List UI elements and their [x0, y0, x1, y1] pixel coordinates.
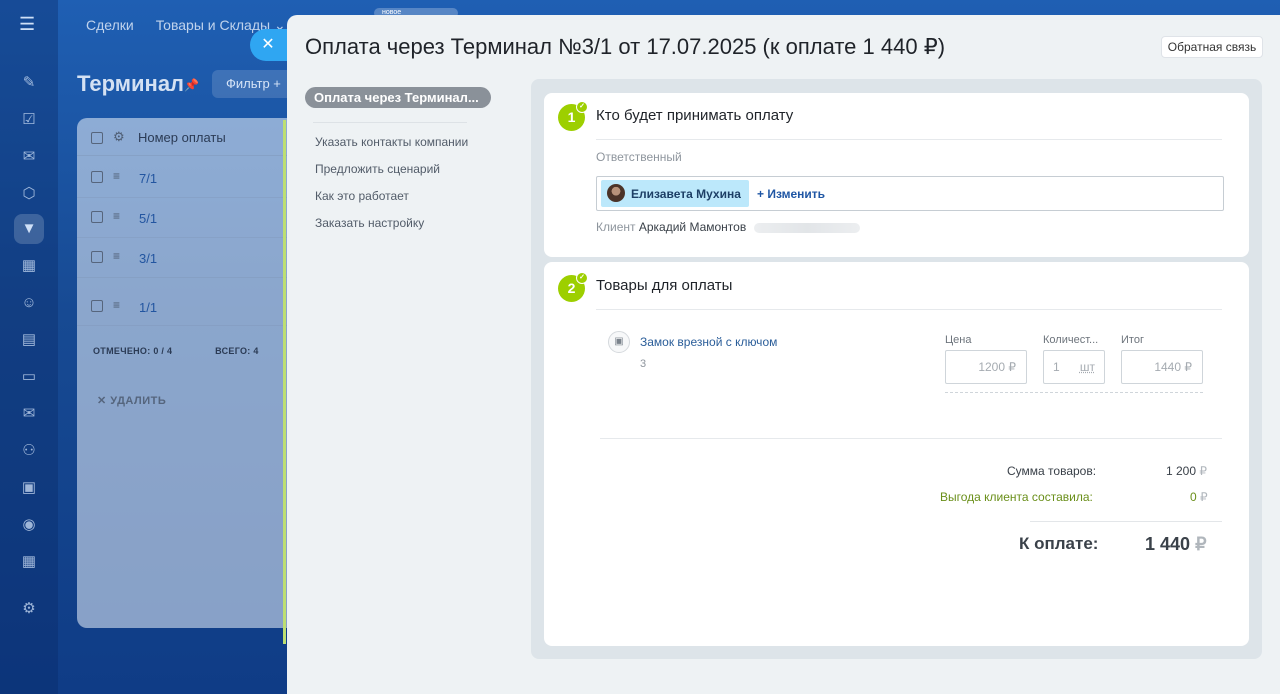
- rail-h-icon[interactable]: ◉: [14, 510, 44, 540]
- drag-handle-icon[interactable]: ≡: [113, 169, 120, 183]
- page-title: Терминал: [77, 71, 185, 96]
- step-title: Товары для оплаты: [596, 277, 733, 294]
- gear-icon[interactable]: ⚙: [113, 129, 125, 145]
- close-icon: ✕: [261, 36, 275, 53]
- product-name-link[interactable]: Замок врезной с ключом: [640, 335, 777, 349]
- menu-item-company-contacts[interactable]: Указать контакты компании: [315, 135, 495, 151]
- rail-hexagon-icon[interactable]: ⬡: [14, 179, 44, 209]
- select-all-checkbox[interactable]: [91, 132, 103, 144]
- menu-item-order-setup[interactable]: Заказать настройку: [315, 216, 495, 232]
- price-input[interactable]: 1200 ₽: [945, 350, 1027, 384]
- step-number-badge: 2 ✓: [558, 272, 588, 302]
- pay-label: К оплате:: [1019, 534, 1099, 553]
- menu-icon[interactable]: ☰: [19, 14, 39, 34]
- client-line: Клиент Аркадий Мамонтов: [596, 220, 860, 234]
- steps-timeline: [283, 120, 286, 644]
- side-menu: Оплата через Терминал... Указать контакт…: [305, 87, 495, 232]
- rail-funnel-icon[interactable]: ▼: [14, 214, 44, 244]
- client-phone-blurred: [753, 222, 860, 233]
- table-row[interactable]: ≡ 7/1: [77, 158, 307, 198]
- grid-footer: ОТМЕЧЕНО: 0 / 4 ВСЕГО: 4: [93, 346, 259, 356]
- avatar: [607, 184, 625, 202]
- close-icon: ✕: [97, 395, 107, 407]
- total-input[interactable]: 1440 ₽: [1121, 350, 1203, 384]
- step-responsible-card: 1 ✓ Кто будет принимать оплату Ответстве…: [544, 93, 1249, 257]
- total-count: ВСЕГО: 4: [215, 346, 259, 356]
- payments-grid: ⚙ Номер оплаты ≡ 7/1 ≡ 5/1 ≡ 3/1 ≡ 1/1 О…: [77, 118, 307, 628]
- quantity-label: Количест...: [1043, 334, 1099, 346]
- check-icon: ✓: [576, 272, 588, 284]
- rail-settings-icon[interactable]: ⚙: [14, 594, 44, 624]
- divider: [596, 309, 1222, 310]
- step-title: Кто будет принимать оплату: [596, 107, 794, 124]
- responsible-label: Ответственный: [596, 150, 682, 164]
- benefit-value: 0 ₽: [1190, 490, 1208, 504]
- rail-mail-icon[interactable]: ✉: [14, 399, 44, 429]
- payment-link[interactable]: 5/1: [139, 211, 157, 226]
- rail-card-icon[interactable]: ▭: [14, 362, 44, 392]
- grid-header: ⚙ Номер оплаты: [77, 118, 307, 156]
- rail-monitor-icon[interactable]: ▣: [14, 473, 44, 503]
- drag-handle-icon[interactable]: ≡: [113, 298, 120, 312]
- step-number-badge: 1 ✓: [558, 101, 588, 131]
- row-checkbox[interactable]: [91, 300, 103, 312]
- payment-link[interactable]: 1/1: [139, 300, 157, 315]
- close-slider-button[interactable]: ✕: [250, 29, 290, 61]
- responsible-chip[interactable]: Елизавета Мухина: [601, 180, 749, 207]
- rail-tasks-icon[interactable]: ☑: [14, 105, 44, 135]
- menu-item-how-it-works[interactable]: Как это работает: [315, 189, 495, 205]
- rail-document-icon[interactable]: ▤: [14, 325, 44, 355]
- divider: [945, 392, 1203, 393]
- rail-calendar-icon[interactable]: ▦: [14, 251, 44, 281]
- divider: [600, 438, 1222, 439]
- responsible-field[interactable]: Елизавета Мухина + Изменить: [596, 176, 1224, 211]
- pin-icon[interactable]: 📌: [184, 78, 199, 92]
- top-nav-item[interactable]: Сделки: [86, 17, 134, 34]
- menu-item-active[interactable]: Оплата через Терминал...: [305, 87, 491, 108]
- client-name[interactable]: Аркадий Мамонтов: [639, 220, 746, 234]
- row-checkbox[interactable]: [91, 211, 103, 223]
- sum-value: 1 200 ₽: [1166, 464, 1208, 478]
- delete-button[interactable]: ✕ УДАЛИТЬ: [97, 394, 166, 407]
- feedback-button[interactable]: Обратная связь: [1161, 36, 1263, 58]
- quantity-input[interactable]: 1 шт: [1043, 350, 1105, 384]
- table-row[interactable]: ≡ 3/1: [77, 238, 307, 278]
- left-rail: ☰ ✎ ☑ ✉ ⬡ ▼ ▦ ☺ ▤ ▭ ✉ ⚇ ▣ ◉ ▦ ⚙: [0, 0, 58, 694]
- step-products-card: 2 ✓ Товары для оплаты ▣ Замок врезной с …: [544, 262, 1249, 646]
- rail-chat-icon[interactable]: ✉: [14, 142, 44, 172]
- checked-count: ОТМЕЧЕНО: 0 / 4: [93, 346, 173, 356]
- payment-slider-panel: Оплата через Терминал №3/1 от 17.07.2025…: [287, 15, 1280, 694]
- table-row[interactable]: ≡ 1/1: [77, 278, 307, 326]
- panel-title: Оплата через Терминал №3/1 от 17.07.2025…: [305, 34, 946, 59]
- rail-grid-icon[interactable]: ▦: [14, 547, 44, 577]
- table-row[interactable]: ≡ 5/1: [77, 198, 307, 238]
- product-image-icon: ▣: [608, 331, 630, 353]
- price-label: Цена: [945, 334, 972, 346]
- total-label: Итог: [1121, 334, 1144, 346]
- client-label: Клиент: [596, 220, 636, 234]
- unit-select[interactable]: шт: [1080, 351, 1095, 383]
- menu-divider: [313, 122, 467, 123]
- drag-handle-icon[interactable]: ≡: [113, 209, 120, 223]
- column-header[interactable]: Номер оплаты: [138, 130, 226, 145]
- divider: [596, 139, 1222, 140]
- product-subtitle: 3: [640, 358, 647, 370]
- divider: [1030, 521, 1222, 522]
- rail-activity-icon[interactable]: ✎: [14, 68, 44, 98]
- payment-link[interactable]: 3/1: [139, 251, 157, 266]
- check-icon: ✓: [576, 101, 588, 113]
- change-responsible-button[interactable]: + Изменить: [757, 187, 825, 201]
- pay-value: 1 440 ₽: [1145, 534, 1207, 554]
- row-checkbox[interactable]: [91, 251, 103, 263]
- payment-link[interactable]: 7/1: [139, 171, 157, 186]
- content-area: 1 ✓ Кто будет принимать оплату Ответстве…: [531, 79, 1262, 659]
- benefit-label: Выгода клиента составила:: [940, 490, 1093, 504]
- row-checkbox[interactable]: [91, 171, 103, 183]
- drag-handle-icon[interactable]: ≡: [113, 249, 120, 263]
- sum-label: Сумма товаров:: [1007, 464, 1097, 478]
- responsible-name: Елизавета Мухина: [631, 187, 741, 201]
- rail-robot-icon[interactable]: ☺: [14, 288, 44, 318]
- menu-item-suggest-scenario[interactable]: Предложить сценарий: [315, 162, 495, 178]
- rail-users-icon[interactable]: ⚇: [14, 436, 44, 466]
